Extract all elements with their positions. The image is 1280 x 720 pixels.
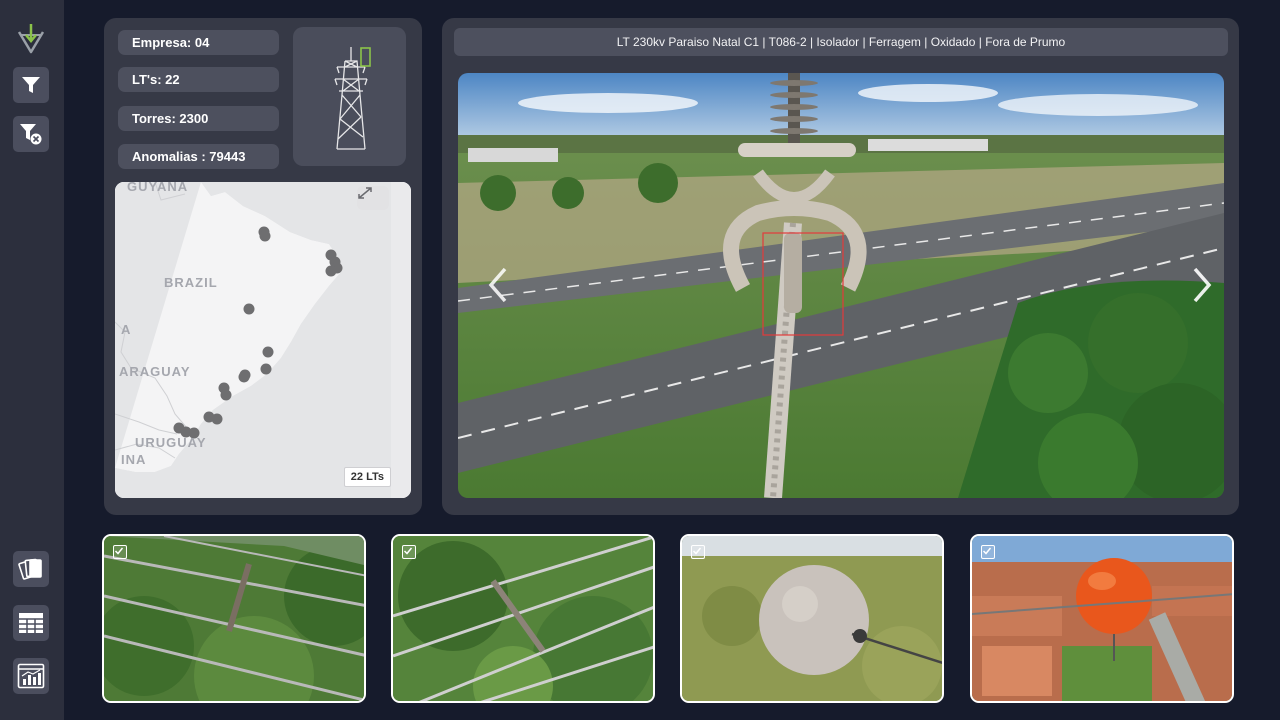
thumbnail-1[interactable] [102, 534, 366, 703]
thumbnail-1-checkbox[interactable] [113, 545, 127, 559]
tower-card [293, 27, 406, 166]
table-icon[interactable] [13, 605, 49, 641]
filter-icon[interactable] [13, 67, 49, 103]
transmission-tower-icon [334, 47, 371, 150]
map-lt-count: 22 LTs [343, 467, 391, 487]
stat-lts: LT's: 22 [118, 67, 279, 92]
thumbnail-image-1 [104, 536, 364, 701]
previous-image-button[interactable] [478, 263, 518, 307]
stat-anomalias: Anomalias : 79443 [118, 144, 279, 169]
thumbnail-4-checkbox[interactable] [981, 545, 995, 559]
check-icon [982, 547, 992, 555]
thumbnail-image-4 [972, 536, 1232, 701]
thumbnail-4[interactable] [970, 534, 1234, 703]
thumbnail-3-checkbox[interactable] [691, 545, 705, 559]
viewer-title: LT 230kv Paraiso Natal C1 | T086-2 | Iso… [454, 28, 1228, 56]
chevron-right-icon [1193, 267, 1212, 303]
chevron-left-icon [488, 267, 507, 303]
check-icon [403, 547, 413, 555]
thumbnail-image-2 [393, 536, 653, 701]
expand-icon [358, 187, 372, 199]
map-label-brazil: BRAZIL [164, 275, 218, 290]
map-label-guyana: GUYANA [127, 182, 189, 194]
map-label-uruguay: URUGUAY [135, 435, 207, 450]
aerial-photo [458, 73, 1224, 498]
map-expand-button[interactable] [357, 186, 389, 210]
map-label-ina: INA [121, 452, 147, 467]
dashboard-icon[interactable] [13, 658, 49, 694]
cards-icon[interactable] [13, 551, 49, 587]
filter-clear-icon[interactable] [13, 116, 49, 152]
main-inspection-image[interactable] [458, 73, 1224, 498]
thumbnail-3[interactable] [680, 534, 944, 703]
viewer-panel: LT 230kv Paraiso Natal C1 | T086-2 | Iso… [442, 18, 1239, 515]
check-icon [692, 547, 702, 555]
map-label-paraguay: ARAGUAY [119, 364, 191, 379]
next-image-button[interactable] [1182, 263, 1222, 307]
thumbnail-image-3 [682, 536, 942, 701]
left-rail [0, 0, 64, 720]
map-card[interactable]: GUYANA BRAZIL A ARAGUAY URUGUAY INA 22 L… [115, 182, 411, 498]
thumbnail-2[interactable] [391, 534, 655, 703]
stat-empresa: Empresa: 04 [118, 30, 279, 55]
check-icon [114, 547, 124, 555]
info-panel: Empresa: 04 LT's: 22 Torres: 2300 Anomal… [104, 18, 422, 515]
map-label-a: A [121, 322, 132, 337]
thumbnail-2-checkbox[interactable] [402, 545, 416, 559]
brazil-map [115, 182, 411, 498]
stat-torres: Torres: 2300 [118, 106, 279, 131]
download-tower-icon[interactable] [13, 20, 49, 56]
